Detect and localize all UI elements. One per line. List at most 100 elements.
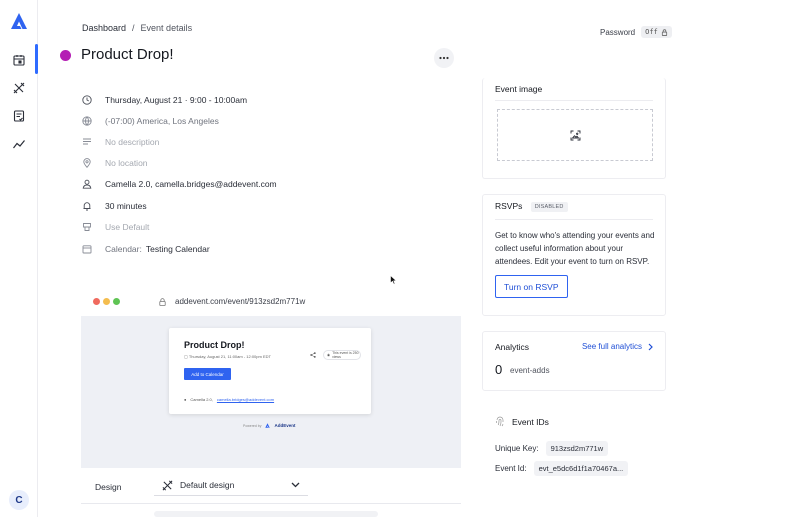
- event-description: No description: [105, 137, 160, 147]
- event-ids-header: Event IDs: [495, 416, 549, 427]
- image-upload-dropzone[interactable]: [497, 109, 653, 161]
- template-icon: [82, 222, 92, 232]
- breadcrumb: Dashboard / Event details: [82, 23, 192, 33]
- more-options-button[interactable]: [434, 48, 454, 68]
- design-select[interactable]: Default design: [154, 475, 308, 496]
- powered-by-label: Powered by: [243, 423, 262, 428]
- breadcrumb-dashboard[interactable]: Dashboard: [82, 23, 126, 33]
- event-template: Use Default: [105, 222, 150, 232]
- design-selected-value: Default design: [180, 480, 235, 490]
- event-datetime: Thursday, August 21 · 9:00 - 10:00am: [105, 95, 248, 105]
- sidebar: C: [0, 0, 38, 517]
- event-adds-label: event-adds: [510, 366, 550, 375]
- sidebar-active-indicator: [35, 44, 38, 74]
- divider: [495, 100, 653, 101]
- bell-icon: [82, 201, 92, 211]
- preview-event-date: ▢ Thursday, August 21, 11:00am - 12:00pm…: [184, 354, 271, 359]
- location-pin-icon: [82, 158, 92, 168]
- calendar-icon[interactable]: [11, 52, 27, 68]
- eye-icon: ◉: [327, 353, 331, 357]
- globe-icon: [82, 116, 92, 126]
- preview-organizer-email: camella.bridges@addevent.com: [216, 397, 275, 402]
- rsvps-panel: RSVPs DISABLED Get to know who's attendi…: [482, 194, 666, 316]
- rsvps-description: Get to know who's attending your events …: [495, 231, 655, 266]
- analytics-title: Analytics: [495, 342, 530, 352]
- event-color-dot: [60, 50, 71, 61]
- see-full-analytics-label: See full analytics: [581, 342, 642, 351]
- analytics-panel: Analytics See full analytics 0 event-add…: [482, 331, 666, 391]
- detail-datetime: Thursday, August 21 · 9:00 - 10:00am: [82, 95, 247, 105]
- preview-canvas: Product Drop! ▢ Thursday, August 21, 11:…: [81, 316, 461, 468]
- person-icon: [82, 179, 92, 189]
- breadcrumb-event-details: Event details: [140, 23, 193, 33]
- detail-location: No location: [82, 158, 148, 168]
- calendar-small-icon: [82, 244, 92, 254]
- preview-organizer: ● Camella 2.0, camella.bridges@addevent.…: [184, 397, 274, 402]
- password-label: Password: [600, 27, 636, 37]
- password-toggle[interactable]: Off: [641, 26, 672, 38]
- password-toggle-group: Password Off: [600, 26, 672, 38]
- preview-event-title: Product Drop!: [184, 340, 245, 350]
- chevron-right-icon: [648, 343, 653, 350]
- preview-calendar-icon: ▢: [184, 354, 188, 359]
- detail-calendar: Calendar: Testing Calendar: [82, 244, 210, 254]
- preview-url-text[interactable]: addevent.com/event/913zsd2m771w: [175, 297, 305, 306]
- preview-organizer-name: Camella 2.0,: [190, 397, 213, 402]
- preview-event-date-text: Thursday, August 21, 11:00am - 12:00pm E…: [188, 354, 271, 359]
- calendar-label: Calendar:: [105, 244, 142, 254]
- design-tools-icon[interactable]: [11, 80, 27, 96]
- design-label: Design: [95, 482, 122, 492]
- design-tools-icon: [162, 480, 174, 491]
- detail-timezone: (-07:00) America, Los Angeles: [82, 116, 219, 126]
- addevent-logo-small-icon: [265, 423, 271, 428]
- preview-person-icon: ●: [184, 397, 187, 402]
- preview-powered-by: Powered by AddEvent: [243, 423, 296, 428]
- preview-views-text: This event is 250 views: [332, 351, 359, 359]
- event-adds-count: 0: [495, 362, 503, 377]
- event-image-panel: Event image: [482, 78, 666, 179]
- unique-key-value[interactable]: 913zsd2m771w: [545, 441, 609, 456]
- powered-by-brand: AddEvent: [274, 423, 296, 428]
- unique-key-label: Unique Key:: [495, 444, 539, 453]
- event-image-title: Event image: [495, 84, 543, 94]
- browser-bar: addevent.com/event/913zsd2m771w: [81, 288, 461, 316]
- detail-template: Use Default: [82, 222, 149, 232]
- fingerprint-icon: [496, 416, 504, 427]
- lock-icon: [159, 297, 166, 306]
- event-location: No location: [105, 158, 148, 168]
- chevron-down-icon: [291, 480, 300, 490]
- page-title: Product Drop!: [81, 46, 174, 63]
- preview-url: addevent.com/event/913zsd2m771w: [159, 297, 305, 306]
- preview-views-pill: ◉ This event is 250 views: [323, 350, 361, 360]
- analytics-trend-icon[interactable]: [11, 136, 27, 152]
- description-lines-icon: [82, 137, 92, 147]
- turn-on-rsvp-button[interactable]: Turn on RSVP: [495, 275, 568, 298]
- unique-key-row: Unique Key: 913zsd2m771w: [495, 441, 609, 456]
- avatar[interactable]: C: [9, 490, 29, 510]
- event-organizer: Camella 2.0, camella.bridges@addevent.co…: [105, 179, 277, 189]
- detail-reminder: 30 minutes: [82, 201, 147, 211]
- detail-organizer: Camella 2.0, camella.bridges@addevent.co…: [82, 179, 277, 189]
- event-id-row: Event Id: evt_e5dc6d1f1a70467a...: [495, 461, 629, 476]
- event-reminder: 30 minutes: [105, 201, 147, 211]
- design-row: Design Default design: [81, 468, 461, 504]
- see-full-analytics-link[interactable]: See full analytics: [582, 342, 653, 351]
- detail-description: No description: [82, 137, 159, 147]
- rsvps-title-row: RSVPs DISABLED: [495, 201, 568, 212]
- event-timezone: (-07:00) America, Los Angeles: [105, 116, 219, 126]
- status-badge: DISABLED: [530, 201, 568, 212]
- lock-icon: [661, 28, 667, 36]
- window-close-dot: [93, 298, 100, 305]
- preview-event-card: Product Drop! ▢ Thursday, August 21, 11:…: [169, 328, 371, 414]
- event-id-label: Event Id:: [495, 464, 527, 473]
- event-ids-title: Event IDs: [512, 416, 549, 427]
- more-dots-icon: [439, 56, 449, 60]
- calendar-value: Testing Calendar: [145, 244, 210, 254]
- breadcrumb-separator: /: [132, 23, 135, 33]
- preview-add-to-calendar-button: Add to Calendar: [184, 368, 231, 380]
- addevent-logo-icon[interactable]: [10, 12, 28, 30]
- rsvp-list-icon[interactable]: [11, 108, 27, 124]
- scroll-fade: [154, 511, 378, 517]
- clock-icon: [82, 95, 92, 105]
- event-id-value[interactable]: evt_e5dc6d1f1a70467a...: [533, 461, 629, 476]
